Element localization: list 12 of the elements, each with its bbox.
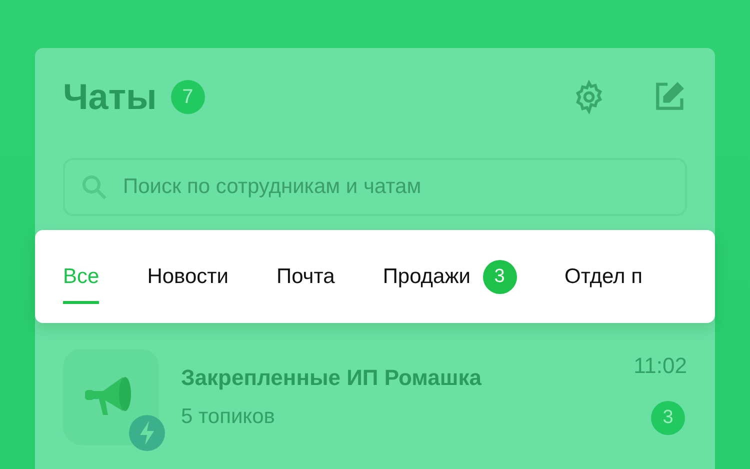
- unread-badge: 3: [651, 401, 685, 435]
- chat-time: 11:02: [634, 353, 687, 379]
- tab[interactable]: Новости: [147, 255, 228, 304]
- tab[interactable]: Почта: [276, 255, 335, 304]
- tab-badge: 3: [482, 260, 517, 294]
- search-field[interactable]: Поиск по сотрудникам и чатам: [63, 158, 687, 216]
- tab[interactable]: Отдел п: [564, 255, 642, 304]
- page-title: Чаты: [63, 76, 157, 118]
- count-badge: 7: [170, 80, 205, 114]
- chat-subtitle: 5 топиков: [181, 405, 276, 429]
- chat-title: Закрепленные ИП Ромашка: [181, 365, 483, 391]
- tab[interactable]: Продажи: [382, 255, 471, 304]
